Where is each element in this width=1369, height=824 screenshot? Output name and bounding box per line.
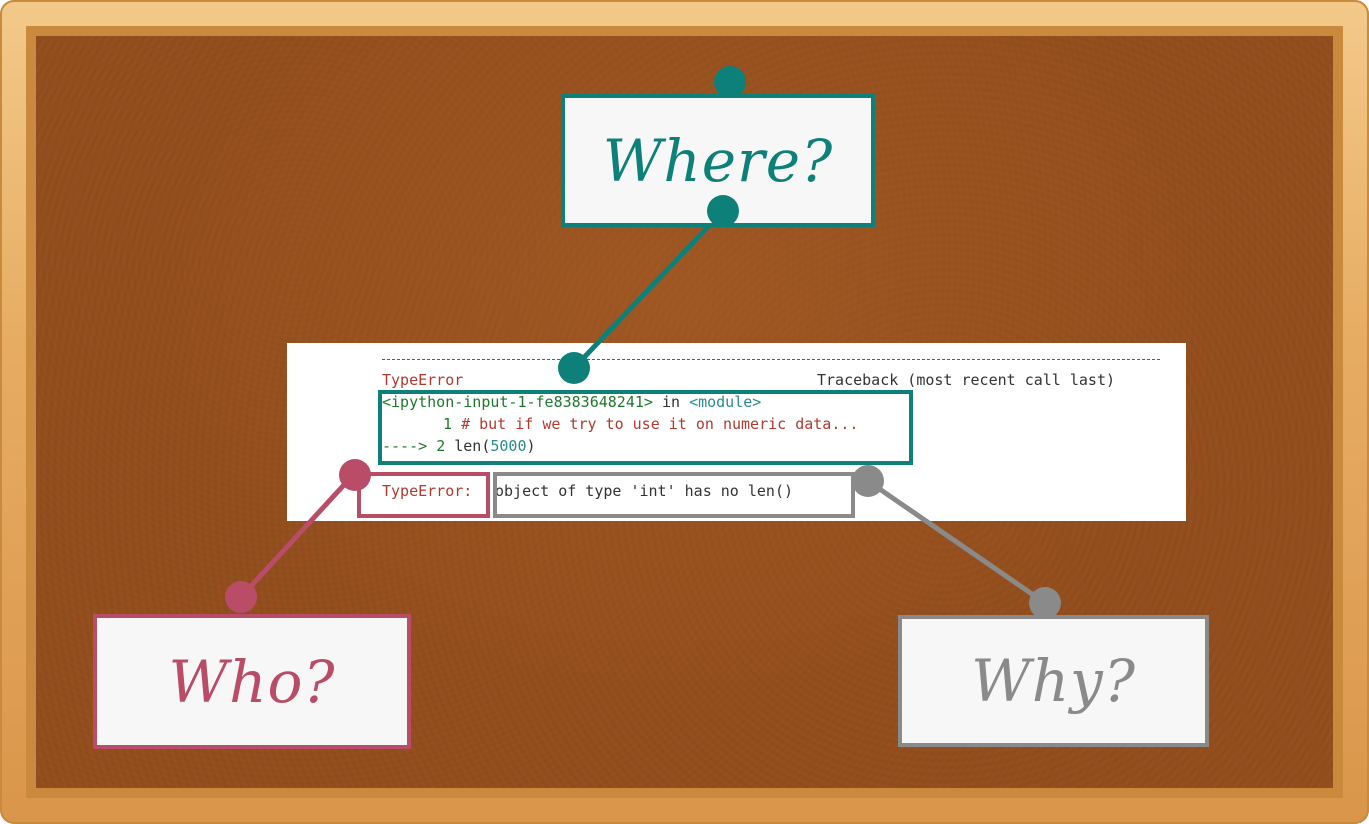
who-connector	[239, 472, 356, 599]
where-connector	[572, 209, 725, 370]
who-label-card: Who?	[93, 614, 411, 749]
where-label-text: Where?	[602, 126, 834, 195]
where-top-pin	[714, 66, 746, 98]
why-label-text: Why?	[971, 647, 1136, 715]
why-connector	[866, 478, 1047, 606]
who-label-text: Who?	[168, 647, 336, 716]
who-box-pin	[339, 459, 371, 491]
why-card-pin	[1029, 587, 1061, 619]
why-box-pin	[852, 465, 884, 497]
where-card-pin	[707, 195, 739, 227]
where-box-pin	[558, 352, 590, 384]
corkboard: TypeError Traceback (most recent call la…	[0, 0, 1369, 824]
who-card-pin	[225, 581, 257, 613]
why-label-card: Why?	[898, 615, 1209, 747]
